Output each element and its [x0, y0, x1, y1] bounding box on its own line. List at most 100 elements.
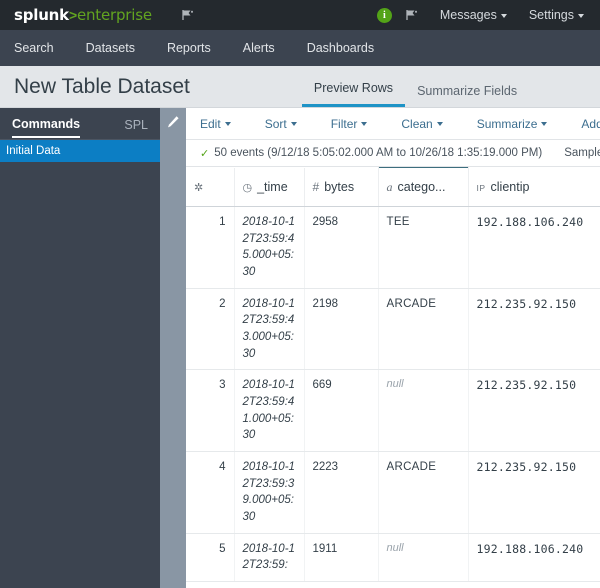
toolbar-edit-label: Edit — [200, 116, 221, 131]
table-row[interactable]: 5 2018-10-12T23:59: 1911 null 192.188.10… — [186, 533, 600, 583]
column-header-category-label: catego... — [397, 179, 446, 194]
messages-menu-label: Messages — [439, 8, 497, 22]
table-header-row: ✲ ◷ _time # bytes a catego... IP clienti… — [186, 167, 600, 207]
splunk-table-dataset-page: splunk>enterprise i Messages Settings — [0, 0, 600, 588]
row-index: 5 — [186, 533, 235, 583]
flag-icon[interactable] — [180, 8, 194, 22]
messages-menu[interactable]: Messages — [440, 8, 507, 22]
column-header-category[interactable]: a catego... — [377, 167, 469, 207]
tab-summarize-fields[interactable]: Summarize Fields — [405, 84, 529, 107]
cell-time: 2018-10-12T23:59:45.000+05:30 — [234, 206, 305, 289]
edit-gutter[interactable] — [160, 108, 186, 588]
toolbar-clean[interactable]: Clean — [401, 116, 443, 131]
nav-item-datasets[interactable]: Datasets — [86, 41, 151, 55]
nav-item-dashboards[interactable]: Dashboards — [307, 41, 390, 55]
number-icon: # — [312, 179, 320, 194]
cell-time: 2018-10-12T23:59:43.000+05:30 — [234, 288, 305, 371]
cell-category: null — [377, 533, 469, 583]
flag-icon[interactable] — [404, 8, 418, 22]
sidebar-item-initial-data[interactable]: Initial Data — [0, 140, 160, 162]
page-body: Commands SPL Initial Data Edit Sort Filt… — [0, 108, 600, 588]
row-index: 4 — [186, 451, 235, 534]
chevron-down-icon — [436, 122, 443, 127]
toolbar-summarize-label: Summarize — [476, 116, 538, 131]
logo-enterprise-text: enterprise — [76, 6, 152, 24]
sidebar-tabs: Commands SPL — [0, 108, 160, 140]
settings-menu-label: Settings — [528, 8, 574, 22]
nav-item-alerts[interactable]: Alerts — [243, 41, 291, 55]
events-info-bar: ✓ 50 events (9/12/18 5:05:02.000 AM to 1… — [186, 140, 600, 167]
chevron-down-icon — [224, 122, 231, 127]
main-panel: Edit Sort Filter Clean Summarize Add ✓ 5… — [186, 108, 600, 588]
chevron-down-icon — [541, 122, 548, 127]
preview-table-container[interactable]: ✲ ◷ _time # bytes a catego... IP clienti… — [186, 167, 600, 586]
toolbar-clean-label: Clean — [401, 116, 433, 131]
settings-menu[interactable]: Settings — [529, 8, 584, 22]
asterisk-icon: ✲ — [194, 181, 204, 194]
cell-clientip: 212.235.92.150 — [468, 369, 600, 453]
cell-category: ARCADE — [377, 451, 469, 534]
chevron-down-icon — [578, 13, 584, 18]
chevron-down-icon — [361, 122, 368, 127]
nav-item-search[interactable]: Search — [14, 41, 70, 55]
cell-time: 2018-10-12T23:59:39.000+05:30 — [234, 451, 305, 534]
ip-icon: IP — [476, 182, 486, 193]
tab-preview-rows[interactable]: Preview Rows — [301, 81, 406, 107]
cell-bytes: 2223 — [304, 451, 379, 534]
cell-category: null — [377, 369, 469, 453]
row-index: 2 — [186, 288, 235, 371]
toolbar-add[interactable]: Add — [581, 117, 600, 131]
cell-category: TEE — [377, 206, 469, 289]
toolbar-sort[interactable]: Sort — [265, 117, 297, 131]
brand-bar-right: i Messages Settings — [376, 7, 586, 23]
row-index: 1 — [186, 206, 235, 289]
page-title: New Table Dataset — [14, 75, 190, 98]
table-row[interactable]: 3 2018-10-12T23:59:41.000+05:30 669 null… — [186, 369, 600, 453]
column-header-time[interactable]: ◷ _time — [234, 167, 305, 207]
toolbar-edit[interactable]: Edit — [200, 117, 231, 131]
column-header-index[interactable]: ✲ — [186, 167, 235, 207]
column-header-time-label: _time — [257, 179, 288, 194]
table-row[interactable]: 4 2018-10-12T23:59:39.000+05:30 2223 ARC… — [186, 451, 600, 534]
cell-category: ARCADE — [377, 288, 469, 371]
logo-separator: > — [68, 7, 77, 23]
toolbar-add-label: Add — [581, 116, 600, 131]
cell-bytes: 2198 — [304, 288, 379, 371]
check-icon: ✓ — [200, 147, 210, 160]
info-icon[interactable]: i — [376, 7, 392, 23]
cell-clientip: 192.188.106.240 — [468, 206, 600, 289]
splunk-logo[interactable]: splunk > enterprise — [14, 6, 152, 24]
sidebar-tab-spl[interactable]: SPL — [124, 111, 148, 137]
cell-time: 2018-10-12T23:59:41.000+05:30 — [234, 369, 305, 453]
cell-time: 2018-10-12T23:59: — [234, 533, 305, 583]
column-header-bytes-label: bytes — [324, 179, 355, 194]
logo-splunk-text: splunk — [14, 6, 69, 24]
cell-clientip: 212.235.92.150 — [468, 288, 600, 371]
column-header-clientip[interactable]: IP clientip — [468, 167, 600, 207]
preview-table: ✲ ◷ _time # bytes a catego... IP clienti… — [186, 167, 600, 583]
table-row[interactable]: 2 2018-10-12T23:59:43.000+05:30 2198 ARC… — [186, 288, 600, 371]
sidebar: Commands SPL Initial Data — [0, 108, 160, 588]
pencil-icon[interactable] — [165, 114, 181, 130]
cell-bytes: 2958 — [304, 206, 379, 289]
table-row[interactable]: 1 2018-10-12T23:59:45.000+05:30 2958 TEE… — [186, 206, 600, 289]
toolbar-summarize[interactable]: Summarize — [477, 117, 548, 131]
cell-bytes: 669 — [304, 369, 379, 453]
cell-bytes: 1911 — [304, 533, 379, 583]
cell-clientip: 212.235.92.150 — [468, 451, 600, 534]
cell-clientip: 192.188.106.240 — [468, 533, 600, 583]
chevron-down-icon — [290, 122, 297, 127]
nav-item-reports[interactable]: Reports — [167, 41, 227, 55]
table-header: ✲ ◷ _time # bytes a catego... IP clienti… — [186, 167, 600, 207]
string-icon: a — [386, 179, 393, 194]
sidebar-tab-commands[interactable]: Commands — [12, 110, 81, 138]
info-icon-label: i — [382, 9, 386, 21]
clock-icon: ◷ — [242, 181, 253, 194]
brand-bar: splunk > enterprise i Messages Settings — [0, 0, 600, 30]
sample-label[interactable]: Sample: Latest — [564, 147, 600, 159]
page-tabs: Preview Rows Summarize Fields — [301, 66, 529, 107]
column-header-bytes[interactable]: # bytes — [304, 167, 379, 207]
events-status-text: 50 events (9/12/18 5:05:02.000 AM to 10/… — [214, 147, 543, 159]
toolbar-filter-label: Filter — [330, 116, 358, 131]
toolbar-filter[interactable]: Filter — [331, 117, 368, 131]
